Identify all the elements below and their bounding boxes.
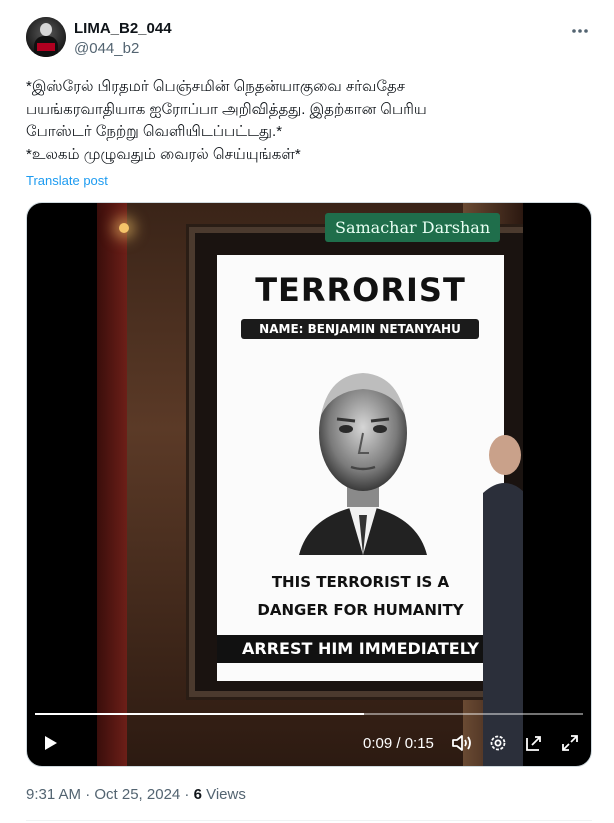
portrait-image bbox=[289, 355, 437, 555]
divider bbox=[26, 820, 592, 821]
play-icon[interactable] bbox=[37, 728, 63, 758]
video-controls: 0:09 / 0:15 bbox=[27, 728, 591, 758]
tweet-meta: 9:31 AM · Oct 25, 2024 · 6 Views bbox=[26, 786, 246, 803]
author-handle[interactable]: @044_b2 bbox=[74, 40, 139, 57]
poster-name-label: NAME: BENJAMIN NETANYAHU bbox=[241, 319, 479, 339]
author-display-name[interactable]: LIMA_B2_044 bbox=[74, 20, 172, 37]
video-time: 0:09 / 0:15 bbox=[363, 735, 434, 752]
poster-line-2: DANGER FOR HUMANITY bbox=[257, 601, 464, 619]
views-count: 6 bbox=[193, 786, 202, 803]
pip-icon[interactable] bbox=[521, 728, 547, 758]
tweet-text: *இஸ்ரேல் பிரதமர் பெஞ்சமின் நெதன்யாகுவை ச… bbox=[26, 78, 427, 163]
video-frame: TERRORIST NAME: BENJAMIN NETANYAHU THIS … bbox=[97, 203, 523, 766]
video-progress-bar[interactable] bbox=[35, 713, 583, 715]
tweet-timestamp[interactable]: 9:31 AM · Oct 25, 2024 · bbox=[26, 786, 194, 803]
poster: TERRORIST NAME: BENJAMIN NETANYAHU THIS … bbox=[217, 255, 504, 681]
poster-frame: TERRORIST NAME: BENJAMIN NETANYAHU THIS … bbox=[189, 227, 523, 697]
watermark-badge: Samachar Darshan bbox=[325, 213, 501, 242]
poster-line-1: THIS TERRORIST IS A bbox=[271, 573, 450, 591]
video-progress-fill bbox=[35, 713, 364, 715]
video-player[interactable]: TERRORIST NAME: BENJAMIN NETANYAHU THIS … bbox=[26, 202, 592, 767]
volume-icon[interactable] bbox=[449, 728, 475, 758]
fullscreen-icon[interactable] bbox=[557, 728, 583, 758]
poster-cta-banner: ARREST HIM IMMEDIATELY bbox=[217, 635, 504, 663]
views-label: Views bbox=[201, 786, 246, 803]
more-options-icon[interactable] bbox=[570, 21, 590, 46]
translate-post-link[interactable]: Translate post bbox=[26, 173, 108, 188]
poster-title: TERRORIST bbox=[255, 271, 466, 309]
avatar[interactable] bbox=[26, 17, 66, 57]
settings-icon[interactable] bbox=[485, 728, 511, 758]
tweet-header: LIMA_B2_044 @044_b2 bbox=[26, 17, 596, 61]
background-person bbox=[483, 435, 523, 766]
